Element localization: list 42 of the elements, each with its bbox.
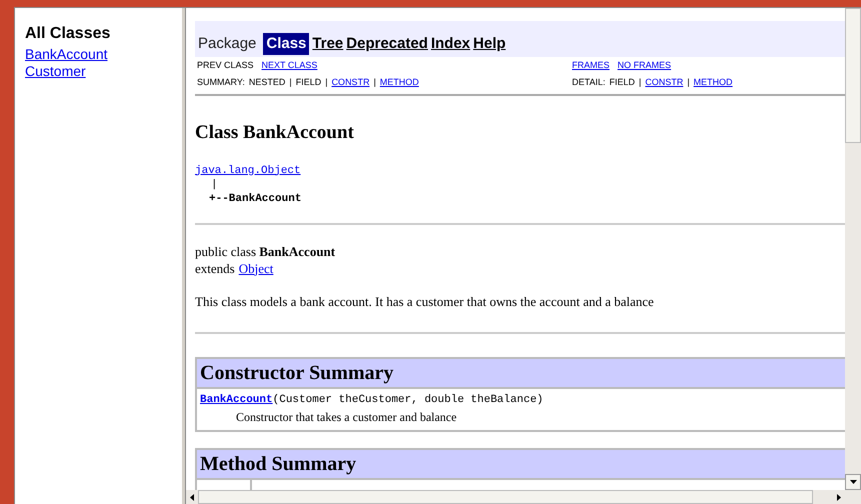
table-header: Constructor Summary (197, 358, 845, 388)
parent-class-link[interactable]: java.lang.Object (195, 164, 301, 176)
constructor-link[interactable]: BankAccount (200, 392, 273, 408)
nav-tab[interactable]: Tree (312, 32, 344, 55)
nav-link[interactable]: NEXT CLASS (262, 59, 318, 72)
table-header: Method Summary (197, 450, 845, 480)
scrollbar-thumb[interactable] (845, 8, 861, 143)
separator: | (325, 76, 328, 89)
separator: | (687, 76, 690, 89)
nav-link[interactable]: METHOD (694, 76, 733, 89)
class-link[interactable]: BankAccount (25, 46, 108, 62)
nav-label: Package (198, 34, 256, 54)
nav-text: PREV CLASS (197, 59, 254, 72)
vertical-scrollbar[interactable] (845, 8, 861, 490)
superclass-link[interactable]: Object (238, 260, 274, 276)
class-description: This class models a bank account. It has a customer that owns the account and a balance (195, 292, 655, 310)
constructor-params: (Customer theCustomer, double theBalance) (272, 392, 544, 408)
nav-link[interactable]: METHOD (380, 76, 419, 89)
nav-tab[interactable]: Help (473, 32, 506, 55)
nav-tab[interactable]: Index (430, 32, 470, 55)
constructor-description: Constructor that takes a customer and balance (235, 409, 458, 426)
nav-link[interactable]: NO FRAMES (618, 59, 672, 72)
extends-keyword: extends (195, 260, 235, 276)
sidebar-title: All Classes (25, 24, 112, 44)
summary-label: SUMMARY: (197, 76, 245, 88)
nav-link[interactable]: CONSTR (645, 76, 684, 89)
hierarchy-pipe-text: | (211, 178, 218, 190)
nav-text: NESTED (248, 76, 286, 88)
nav-link[interactable]: CONSTR (332, 76, 370, 89)
nav-link[interactable]: FRAMES (572, 59, 610, 72)
separator: | (638, 76, 642, 89)
nav-text: FIELD (609, 76, 635, 88)
class-title: Class BankAccount (195, 121, 355, 145)
separator: | (289, 76, 292, 89)
nav-text: FIELD (296, 76, 322, 88)
separator: | (374, 76, 376, 89)
nav-tab[interactable]: Deprecated (346, 32, 428, 55)
detail-label: DETAIL: (572, 76, 606, 88)
class-declaration: public class BankAccount (195, 242, 336, 260)
class-link[interactable]: Customer (25, 63, 86, 79)
hierarchy-child: +--BankAccount (208, 192, 302, 206)
nav-tab[interactable]: Class (263, 32, 310, 55)
